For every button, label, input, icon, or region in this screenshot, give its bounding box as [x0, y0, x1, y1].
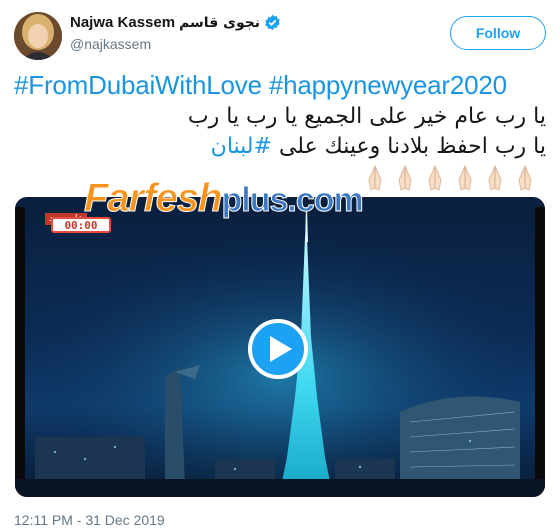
- author-name-arabic[interactable]: نجوى قاسم: [179, 15, 260, 31]
- watermark-text: Farfesh: [84, 176, 223, 221]
- folded-hands-icon: [488, 164, 502, 191]
- avatar[interactable]: [14, 12, 62, 60]
- folded-hands-icon: [518, 164, 532, 191]
- tweet-hashtags: #FromDubaiWithLove #happynewyear2020: [14, 70, 549, 101]
- hashtag-link[interactable]: #happynewyear2020: [269, 70, 507, 100]
- watermark-text: plus.com: [221, 181, 364, 220]
- tweet-header: Najwa Kassem نجوى قاسم @najkassem Follow: [14, 12, 546, 60]
- verified-badge-icon: [265, 14, 280, 31]
- play-icon: [270, 336, 292, 362]
- author-name[interactable]: Najwa Kassem: [70, 14, 175, 31]
- video-player[interactable]: عام جديد 00:00: [15, 197, 545, 497]
- follow-button[interactable]: Follow: [450, 16, 546, 50]
- farfeshplus-watermark: Farfeshplus.com: [84, 176, 464, 222]
- author-handle[interactable]: @najkassem: [70, 36, 151, 52]
- hashtag-link[interactable]: #FromDubaiWithLove: [14, 70, 262, 100]
- hashtag-link[interactable]: #لبنان: [211, 134, 272, 159]
- tweet-text-line: يا رب احفظ بلادنا وعينك على #لبنان: [14, 134, 546, 159]
- tweet-text: يا رب احفظ بلادنا وعينك على: [271, 134, 546, 159]
- tweet-timestamp[interactable]: 12:11 PM - 31 Dec 2019: [14, 512, 165, 528]
- author-name-row[interactable]: Najwa Kassem نجوى قاسم: [70, 14, 281, 31]
- tweet-text-line: يا رب عام خير على الجميع يا رب يا رب: [187, 104, 546, 129]
- play-button[interactable]: [248, 319, 308, 379]
